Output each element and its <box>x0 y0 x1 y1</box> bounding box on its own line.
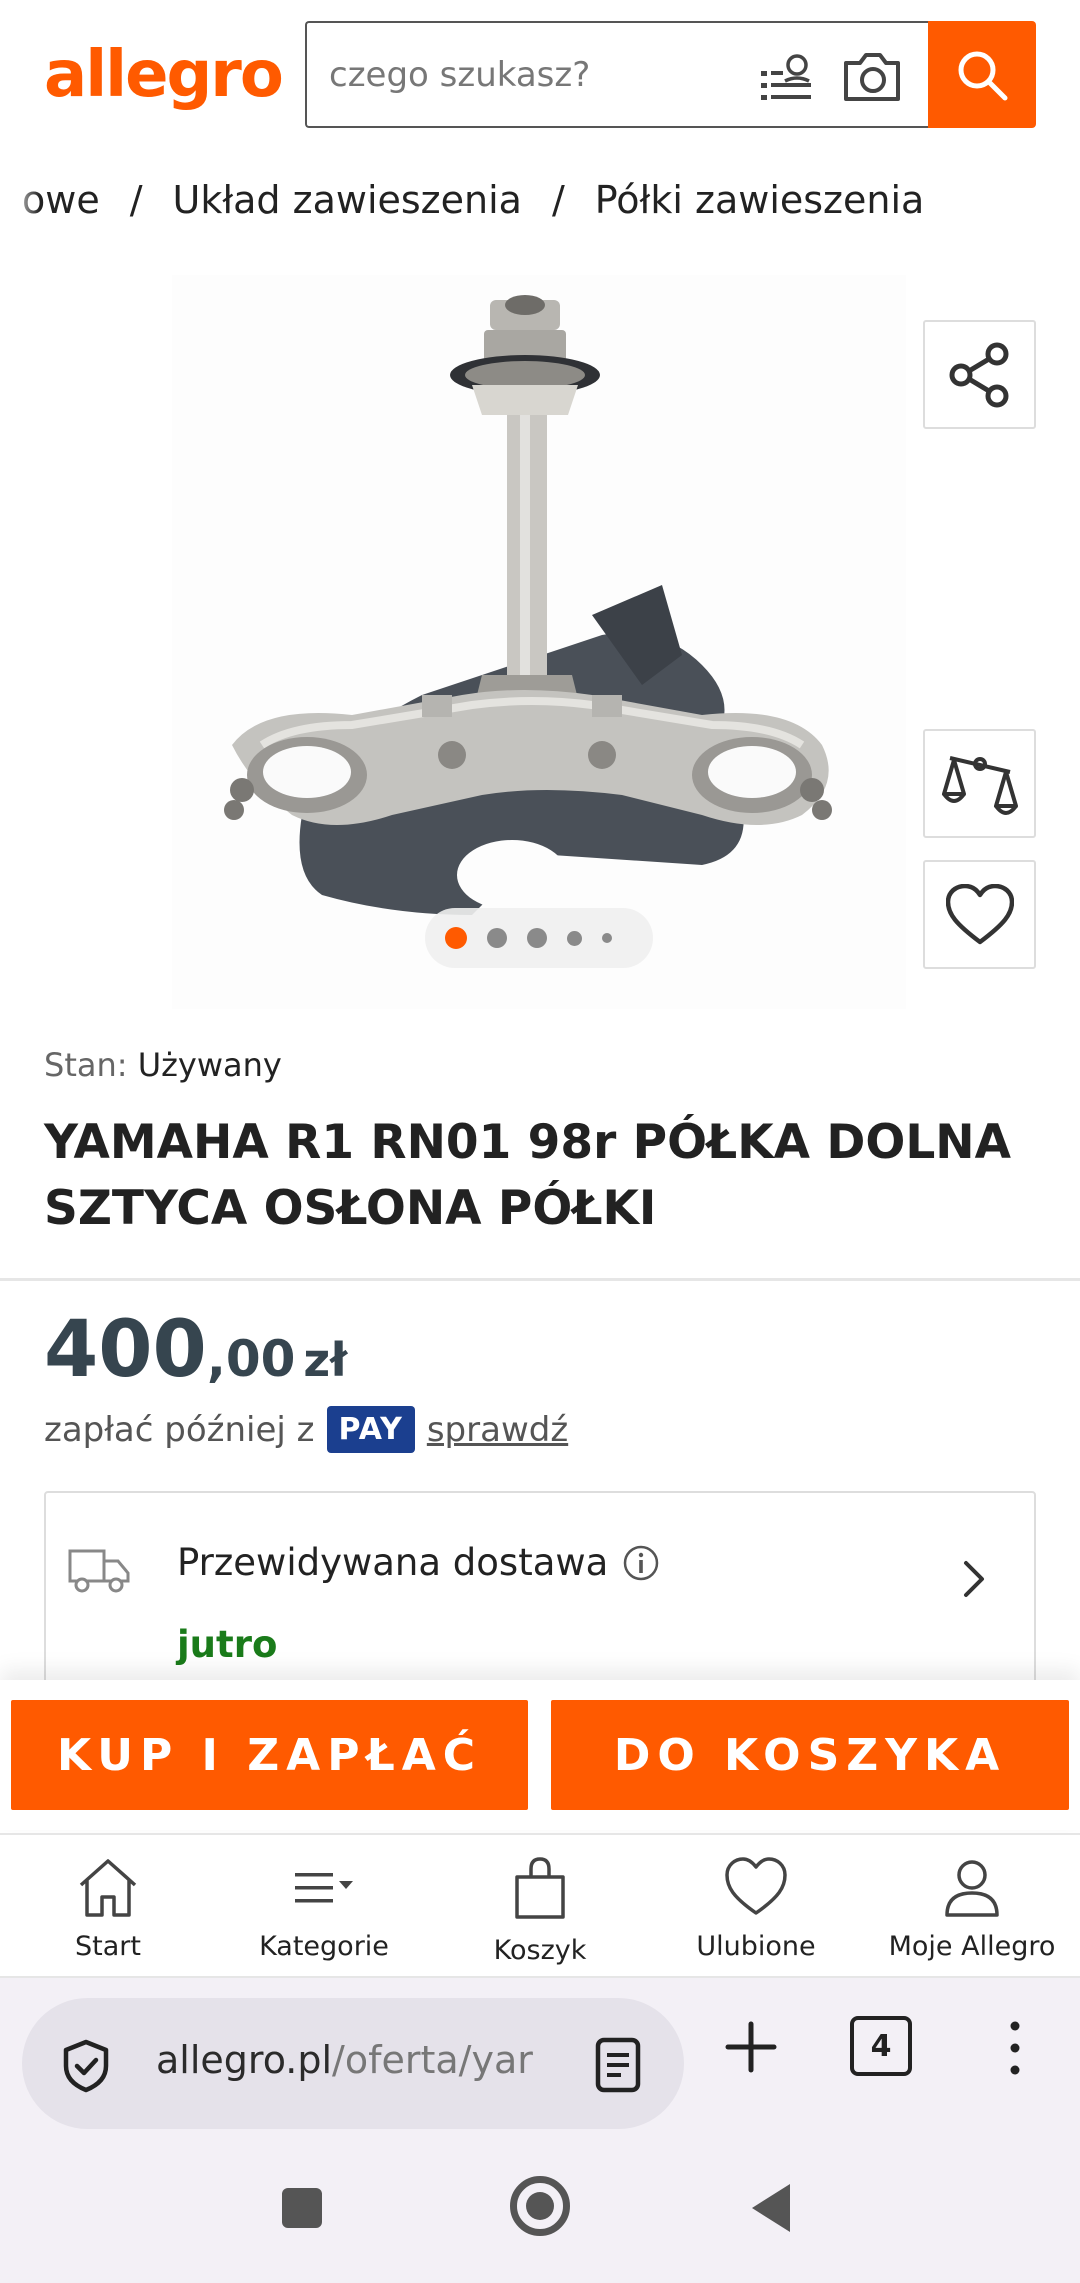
product-gallery[interactable] <box>172 275 906 1009</box>
bottom-navigation: Start Kategorie Koszyk Ulubione Moje All… <box>0 1833 1080 1978</box>
buy-now-button[interactable]: KUP I ZAPŁAĆ <box>11 1700 528 1810</box>
gallery-dot[interactable] <box>527 928 547 948</box>
delivery-card[interactable]: Przewidywana dostawa jutro <box>44 1491 1036 1711</box>
gallery-dot[interactable] <box>602 933 612 943</box>
product-title: YAMAHA R1 RN01 98r PÓŁKA DOLNA SZTYCA OS… <box>44 1115 1011 1236</box>
url-path: /oferta/yar <box>332 2038 533 2082</box>
nav-label: Moje Allegro <box>888 1931 1056 1962</box>
nav-label: Kategorie <box>259 1931 389 1962</box>
nav-item-my-allegro[interactable]: Moje Allegro <box>864 1835 1080 1976</box>
address-bar[interactable]: allegro.pl/oferta/yar <box>22 1998 684 2129</box>
gallery-pagination <box>425 908 653 968</box>
heart-icon <box>945 883 1014 944</box>
nav-item-cart[interactable]: Koszyk <box>432 1835 648 1976</box>
pay-later-text: zapłać później z <box>44 1409 315 1450</box>
product-image[interactable] <box>172 275 906 1009</box>
app-header: allegro <box>0 0 1080 150</box>
browser-toolbar: allegro.pl/oferta/yar 4 <box>0 1978 1080 2138</box>
breadcrumb-separator: / <box>551 178 565 222</box>
filter-list-icon[interactable] <box>759 51 815 103</box>
breadcrumb-separator: / <box>129 178 143 222</box>
delivery-label: Przewidywana dostawa <box>177 1541 660 1584</box>
allegro-logo[interactable]: allegro <box>44 38 284 112</box>
breadcrumb: owe / Układ zawieszenia / Półki zawiesze… <box>0 178 1080 234</box>
nav-label: Start <box>75 1931 141 1962</box>
shield-check-icon[interactable] <box>58 2038 114 2094</box>
back-button[interactable] <box>752 2184 790 2232</box>
condition-value: Używany <box>137 1046 282 1084</box>
gallery-dot-active[interactable] <box>445 927 467 949</box>
price-currency: zł <box>303 1333 348 1387</box>
info-icon[interactable] <box>622 1544 660 1582</box>
delivery-date: jutro <box>177 1623 278 1666</box>
favorite-button[interactable] <box>923 860 1036 969</box>
breadcrumb-item[interactable]: Układ zawieszenia <box>169 178 526 222</box>
search-button[interactable] <box>928 21 1036 128</box>
tab-switcher-button[interactable]: 4 <box>850 2016 912 2076</box>
scales-compare-icon <box>941 755 1018 815</box>
pay-later-check-link[interactable]: sprawdź <box>427 1410 568 1450</box>
truck-icon <box>68 1549 130 1593</box>
breadcrumb-item[interactable]: Półki zawieszenia <box>591 178 929 222</box>
categories-icon <box>295 1873 353 1903</box>
reader-mode-icon[interactable] <box>592 2036 644 2094</box>
add-to-cart-button[interactable]: DO KOSZYKA <box>551 1700 1069 1810</box>
cart-bag-icon <box>515 1857 565 1919</box>
home-button[interactable] <box>510 2176 570 2236</box>
condition: Stan: Używany <box>44 1046 282 1084</box>
purchase-bar: KUP I ZAPŁAĆ DO KOSZYKA <box>0 1680 1080 1830</box>
search-input[interactable] <box>329 23 749 126</box>
section-divider <box>0 1278 1080 1281</box>
share-button[interactable] <box>923 320 1036 429</box>
search-box <box>305 21 930 128</box>
condition-label: Stan: <box>44 1046 128 1084</box>
price-decimal: ,00 <box>206 1330 296 1388</box>
recents-button[interactable] <box>282 2188 322 2228</box>
nav-label: Koszyk <box>493 1935 587 1966</box>
compare-button[interactable] <box>923 729 1036 838</box>
pay-later: zapłać później z PAY sprawdź <box>44 1406 568 1453</box>
price-integer: 400 <box>44 1305 207 1395</box>
gallery-dot[interactable] <box>487 928 507 948</box>
nav-item-favorites[interactable]: Ulubione <box>648 1835 864 1976</box>
delivery-label-text: Przewidywana dostawa <box>177 1541 609 1584</box>
price: 400,00 zł <box>44 1305 347 1395</box>
nav-item-categories[interactable]: Kategorie <box>216 1835 432 1976</box>
home-icon <box>79 1859 137 1917</box>
more-vert-icon[interactable] <box>992 2018 1038 2078</box>
chevron-right-icon <box>964 1561 984 1597</box>
gallery-dot[interactable] <box>567 930 582 946</box>
search-icon <box>958 51 1008 100</box>
breadcrumb-fade <box>0 178 40 234</box>
url-text[interactable]: allegro.pl/oferta/yar <box>156 2038 564 2094</box>
share-icon <box>949 342 1008 407</box>
system-navigation-bar <box>0 2138 1080 2283</box>
camera-icon[interactable] <box>842 49 902 103</box>
nav-item-start[interactable]: Start <box>0 1835 216 1976</box>
new-tab-icon[interactable] <box>722 2018 780 2076</box>
nav-label: Ulubione <box>696 1931 816 1962</box>
allegro-pay-badge: PAY <box>326 1406 415 1453</box>
user-icon <box>945 1860 999 1917</box>
heart-icon <box>725 1857 787 1915</box>
url-host: allegro.pl <box>156 2038 333 2082</box>
